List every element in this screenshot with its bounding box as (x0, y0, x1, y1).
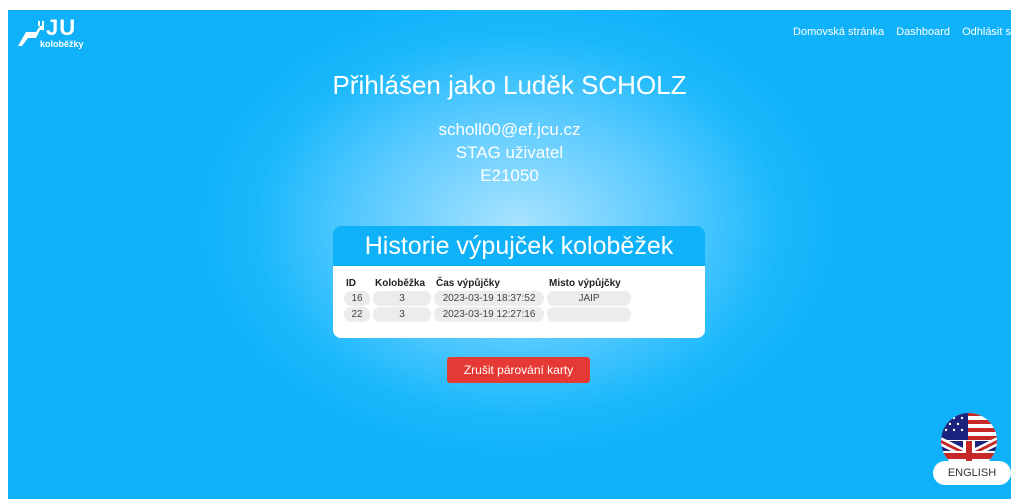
page-background: JU koloběžky Domovská stránka Dashboard … (8, 10, 1011, 499)
table-row: 16 3 2023-03-19 18:37:52 JAIP (344, 291, 631, 306)
history-table: ID Koloběžka Čas výpůjčky Misto výpůjčky… (341, 277, 634, 323)
column-header-time: Čas výpůjčky (436, 278, 500, 289)
user-email: scholl00@ef.jcu.cz (438, 120, 581, 139)
table-row: 22 3 2023-03-19 12:27:16 (344, 307, 631, 322)
user-role: STAG uživatel (455, 143, 564, 162)
nav-link-dashboard[interactable]: Dashboard (896, 26, 950, 38)
nav-link-logout[interactable]: Odhlásit s (962, 26, 1011, 38)
cell-id: 22 (344, 307, 370, 322)
column-header-scooter: Koloběžka (375, 278, 426, 289)
column-header-place: Misto výpůjčky (549, 278, 621, 289)
logo[interactable]: JU koloběžky (16, 14, 86, 54)
logo-subtitle: koloběžky (40, 39, 84, 49)
cell-place (547, 307, 631, 322)
cell-id: 16 (344, 291, 370, 306)
cell-time: 2023-03-19 12:27:16 (434, 307, 544, 322)
logo-text: JU (46, 15, 77, 40)
cell-time: 2023-03-19 18:37:52 (434, 291, 544, 306)
nav-link-home[interactable]: Domovská stránka (793, 26, 884, 38)
column-header-id: ID (346, 278, 356, 289)
table-header-row: ID Koloběžka Čas výpůjčky Misto výpůjčky (344, 278, 631, 290)
language-switch-button[interactable]: ENGLISH (933, 461, 1011, 485)
user-code: E21050 (480, 166, 539, 185)
history-title: Historie výpujček koloběžek (333, 226, 705, 266)
page-title: Přihlášen jako Luděk SCHOLZ (332, 70, 687, 100)
history-card: Historie výpujček koloběžek ID Koloběžka… (333, 226, 705, 338)
top-nav: Domovská stránka Dashboard Odhlásit s (784, 26, 1011, 38)
cancel-card-pairing-button[interactable]: Zrušit párování karty (447, 357, 590, 383)
cell-place: JAIP (547, 291, 631, 306)
cell-scooter: 3 (373, 291, 431, 306)
cell-scooter: 3 (373, 307, 431, 322)
user-info: scholl00@ef.jcu.cz STAG uživatel E21050 (8, 118, 1011, 187)
